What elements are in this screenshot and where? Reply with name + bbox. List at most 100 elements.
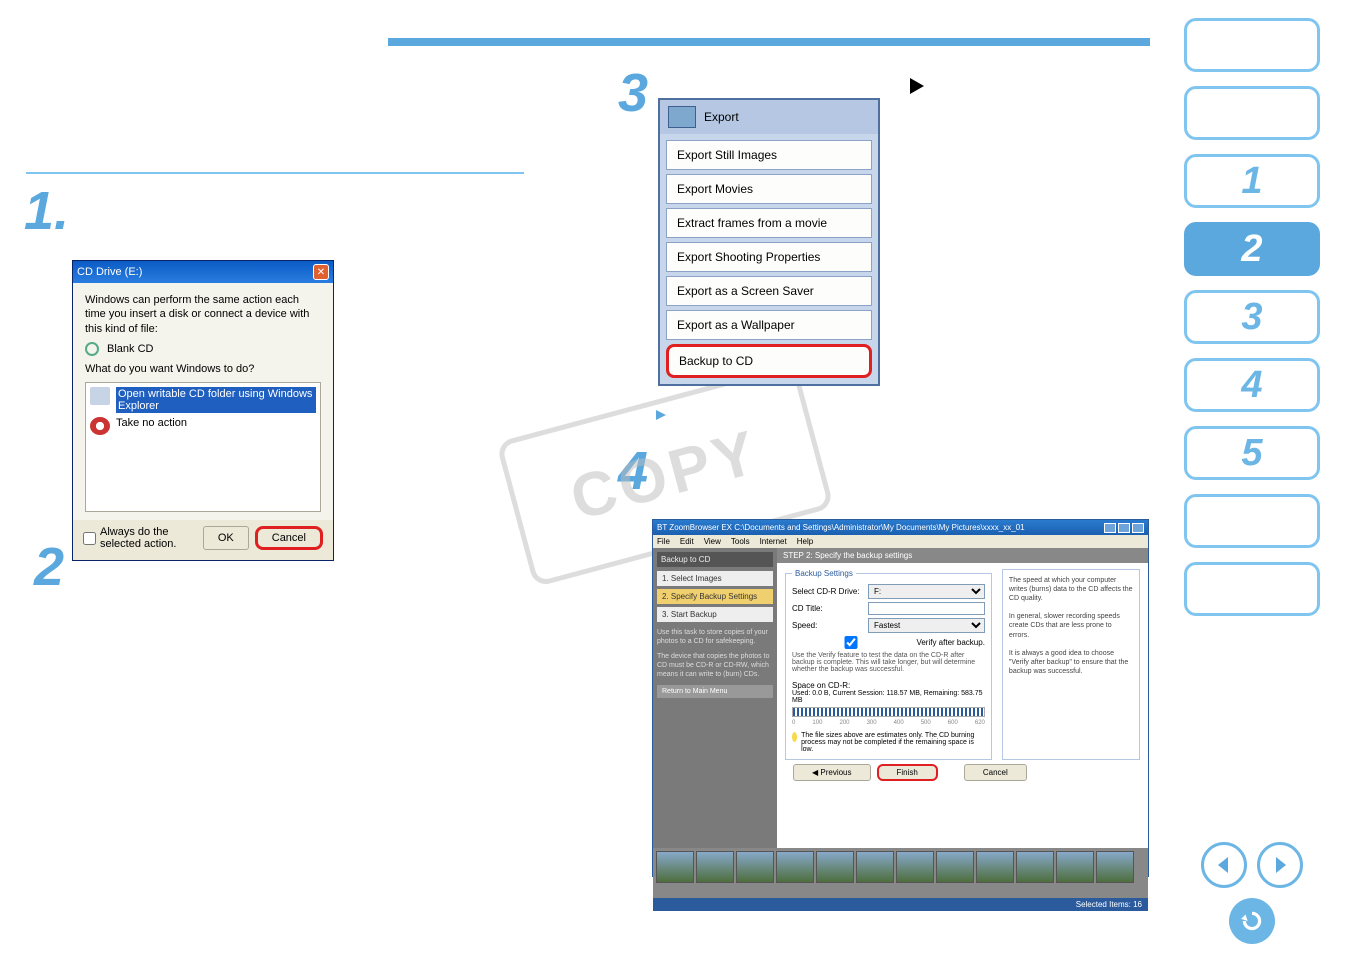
wizard-button-bar: ◀ Previous Finish Cancel <box>785 760 1140 785</box>
menu-internet[interactable]: Internet <box>760 537 787 546</box>
export-menu-header: Export <box>660 100 878 134</box>
nav-box-4[interactable]: 4 <box>1184 358 1320 412</box>
nav-box-3[interactable]: 3 <box>1184 290 1320 344</box>
wizard-step-1[interactable]: 1. Select Images <box>657 571 773 586</box>
action-open-folder[interactable]: Open writable CD folder using Windows Ex… <box>90 387 316 413</box>
verify-checkbox[interactable] <box>792 636 910 649</box>
thumb[interactable] <box>896 851 934 883</box>
menu-tools[interactable]: Tools <box>731 537 750 546</box>
thumb[interactable] <box>1056 851 1094 883</box>
wizard-step-2[interactable]: 2. Specify Backup Settings <box>657 589 773 604</box>
side-info-3: It is always a good idea to choose "Veri… <box>1009 649 1133 676</box>
space-text: Used: 0.0 B, Current Session: 118.57 MB,… <box>792 690 985 704</box>
step-number-3: 3 <box>618 62 648 124</box>
side-info-2: In general, slower recording speeds crea… <box>1009 612 1133 639</box>
continuation-arrow-1 <box>656 410 666 420</box>
export-still-images[interactable]: Export Still Images <box>666 140 872 170</box>
cdtitle-label: CD Title: <box>792 604 862 613</box>
drive-select[interactable]: F: <box>868 584 985 599</box>
always-checkbox[interactable] <box>83 532 96 545</box>
export-movies[interactable]: Export Movies <box>666 174 872 204</box>
minimize-icon[interactable] <box>1104 523 1116 533</box>
wizard-menubar: File Edit View Tools Internet Help <box>653 535 1148 548</box>
dialog-titlebar: CD Drive (E:) ✕ <box>73 261 333 283</box>
thumb[interactable] <box>936 851 974 883</box>
thumb[interactable] <box>1016 851 1054 883</box>
thumb[interactable] <box>656 851 694 883</box>
warn-row: The file sizes above are estimates only.… <box>792 732 985 753</box>
export-screensaver[interactable]: Export as a Screen Saver <box>666 276 872 306</box>
nav-box-blank-1[interactable] <box>1184 18 1320 72</box>
wizard-left-header-text: Backup to CD <box>661 555 710 564</box>
export-options: Export Still Images Export Movies Extrac… <box>660 134 878 384</box>
tick-6: 600 <box>948 720 958 726</box>
close-icon[interactable]: ✕ <box>313 264 329 280</box>
thumb[interactable] <box>1096 851 1134 883</box>
speed-select[interactable]: Fastest <box>868 618 985 633</box>
right-sidebar: 1 2 3 4 5 <box>1184 18 1320 630</box>
return-main-menu[interactable]: Return to Main Menu <box>657 685 773 698</box>
blank-cd-label: Blank CD <box>107 343 153 355</box>
ok-button[interactable]: OK <box>203 526 249 550</box>
side-info-panel: The speed at which your computer writes … <box>1002 569 1140 760</box>
tick-2: 200 <box>839 720 849 726</box>
dialog-title-text: CD Drive (E:) <box>77 266 142 278</box>
verify-desc: Use the Verify feature to test the data … <box>792 652 985 673</box>
wizard-left-panel: Backup to CD 1. Select Images 2. Specify… <box>653 548 777 848</box>
action-list[interactable]: Open writable CD folder using Windows Ex… <box>85 382 321 512</box>
side-info-1: The speed at which your computer writes … <box>1009 576 1133 603</box>
export-wallpaper[interactable]: Export as a Wallpaper <box>666 310 872 340</box>
next-page-button[interactable] <box>1257 842 1303 888</box>
thumbnail-strip[interactable] <box>653 848 1148 898</box>
verify-label: Verify after backup. <box>916 638 984 647</box>
backup-wizard-window: BT ZoomBrowser EX C:\Documents and Setti… <box>652 519 1149 877</box>
action-take-no-action[interactable]: Take no action <box>90 417 316 435</box>
maximize-icon[interactable] <box>1118 523 1130 533</box>
extract-frames[interactable]: Extract frames from a movie <box>666 208 872 238</box>
always-checkbox-label[interactable]: Always do the selected action. <box>83 526 197 550</box>
wizard-step-3[interactable]: 3. Start Backup <box>657 607 773 622</box>
sub-step-2: 2 <box>34 536 64 598</box>
export-shooting-properties[interactable]: Export Shooting Properties <box>666 242 872 272</box>
thumb[interactable] <box>976 851 1014 883</box>
menu-edit[interactable]: Edit <box>680 537 694 546</box>
wizard-cancel-button[interactable]: Cancel <box>964 764 1027 781</box>
action-take-no-action-label: Take no action <box>116 417 187 429</box>
nav-box-2[interactable]: 2 <box>1184 222 1320 276</box>
menu-view[interactable]: View <box>704 537 721 546</box>
nav-box-5[interactable]: 5 <box>1184 426 1320 480</box>
tick-4: 400 <box>894 720 904 726</box>
prev-page-button[interactable] <box>1201 842 1247 888</box>
cancel-button[interactable]: Cancel <box>255 526 323 550</box>
status-bar: Selected Items: 16 <box>653 898 1148 911</box>
thumb[interactable] <box>856 851 894 883</box>
tick-7: 620 <box>975 720 985 726</box>
thumb[interactable] <box>696 851 734 883</box>
tick-3: 300 <box>867 720 877 726</box>
nav-box-blank-3[interactable] <box>1184 494 1320 548</box>
nav-box-blank-4[interactable] <box>1184 562 1320 616</box>
previous-button[interactable]: ◀ Previous <box>793 764 871 781</box>
cd-icon <box>85 342 99 356</box>
close-icon[interactable] <box>1132 523 1144 533</box>
return-button[interactable] <box>1229 898 1275 944</box>
export-header-label: Export <box>704 110 739 124</box>
thumb[interactable] <box>736 851 774 883</box>
action-open-folder-label: Open writable CD folder using Windows Ex… <box>116 387 316 413</box>
export-icon <box>668 106 696 128</box>
wizard-left-desc1: Use this task to store copies of your ph… <box>657 628 773 646</box>
drive-label: Select CD-R Drive: <box>792 587 862 596</box>
backup-to-cd[interactable]: Backup to CD <box>666 344 872 378</box>
thumb[interactable] <box>816 851 854 883</box>
nav-box-blank-2[interactable] <box>1184 86 1320 140</box>
window-controls <box>1104 523 1144 533</box>
menu-file[interactable]: File <box>657 537 670 546</box>
wizard-titlebar: BT ZoomBrowser EX C:\Documents and Setti… <box>653 520 1148 535</box>
thumb[interactable] <box>776 851 814 883</box>
nav-box-1[interactable]: 1 <box>1184 154 1320 208</box>
menu-help[interactable]: Help <box>797 537 813 546</box>
finish-button[interactable]: Finish <box>877 764 938 781</box>
nav-controls <box>1184 842 1320 944</box>
cdtitle-input[interactable] <box>868 602 985 615</box>
play-triangle-icon <box>910 78 924 94</box>
